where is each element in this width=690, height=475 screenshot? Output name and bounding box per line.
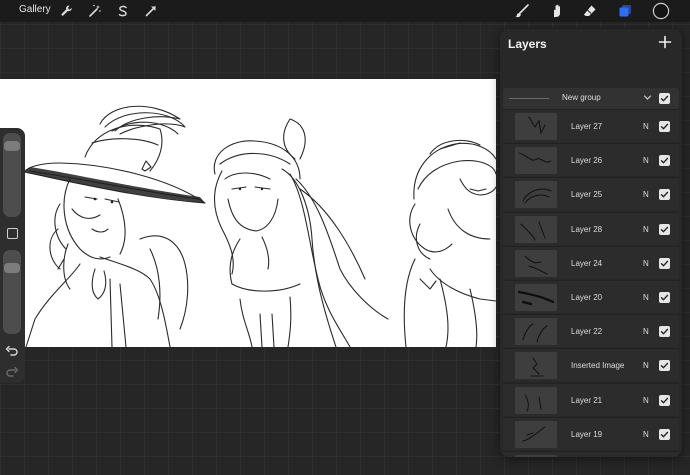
blend-mode-button[interactable]: N [643,225,649,234]
layer-name: Layer 22 [571,327,603,337]
layer-visibility-checkbox[interactable] [659,121,670,132]
eraser-icon[interactable] [582,3,598,19]
layer-visibility-checkbox[interactable] [659,189,670,201]
layers-panel: Layers New group Layer 27 N Layer 26 N Layer… [500,29,682,457]
layer-thumbnail [515,181,557,209]
layer-group-row[interactable]: New group [503,88,679,109]
layer-name: Layer 21 [571,395,603,405]
layer-visibility-checkbox[interactable] [659,326,670,338]
layer-thumbnail [515,147,557,175]
opacity-slider[interactable] [3,250,21,334]
blend-mode-button[interactable]: N [643,156,649,165]
layer-row[interactable]: Layer 28 N [503,211,679,245]
wrench-icon[interactable] [59,3,75,19]
group-thumbnail-line [509,98,549,99]
layer-thumbnail [515,455,557,457]
undo-icon[interactable] [5,344,19,358]
layer-name: Layer 24 [571,258,603,268]
drawing-canvas[interactable] [0,79,496,347]
layer-name: Inserted Image [571,361,625,371]
magic-wand-icon[interactable] [87,3,103,19]
layer-row[interactable]: Layer 22 N [503,314,679,348]
layer-visibility-checkbox[interactable] [659,394,670,406]
selection-icon[interactable] [115,3,131,19]
blend-mode-button[interactable]: N [643,293,649,302]
blend-mode-button[interactable]: N [643,190,649,199]
top-toolbar: Gallery [0,0,690,22]
color-swatch-icon[interactable] [652,2,670,20]
layer-name: Layer 26 [571,156,603,166]
blend-mode-button[interactable]: N [643,396,649,405]
layer-thumbnail [515,113,557,140]
layer-row[interactable]: Layer 26 N [503,143,679,177]
layer-row[interactable]: Layer 20 N [503,280,679,313]
blend-mode-button[interactable]: N [643,122,649,131]
layer-row[interactable]: Layer 24 N [503,245,679,279]
layer-name: Layer 27 [571,122,603,131]
layer-thumbnail [515,352,557,380]
blend-mode-button[interactable]: N [643,430,649,439]
chevron-down-icon[interactable] [643,93,652,102]
gallery-button[interactable]: Gallery [19,4,51,15]
layer-thumbnail [515,386,557,414]
brush-size-handle[interactable] [4,140,20,151]
layer-thumbnail [515,215,557,243]
blend-mode-button[interactable]: N [643,259,649,268]
brush-icon[interactable] [514,3,530,19]
layer-visibility-checkbox[interactable] [659,155,670,167]
layers-icon[interactable] [617,3,633,19]
layer-visibility-checkbox[interactable] [659,257,670,269]
layer-row[interactable]: Inserted Image N [503,348,679,382]
layer-row[interactable]: Layer 18N [503,451,679,457]
layer-thumbnail [515,420,557,448]
opacity-handle[interactable] [4,262,20,273]
layer-visibility-checkbox[interactable] [659,292,670,303]
layer-row[interactable]: Layer 25 N [503,177,679,211]
layer-visibility-checkbox[interactable] [659,223,670,235]
plus-icon[interactable] [658,35,672,49]
redo-icon[interactable] [5,365,19,379]
left-sidebar [0,128,25,383]
sketch-artwork [23,105,496,347]
layer-row[interactable]: Layer 27 N [503,109,679,142]
layers-panel-title: Layers [508,37,547,51]
layer-name: Layer 20 [571,293,603,302]
layer-visibility-checkbox[interactable] [659,428,670,440]
transform-arrow-icon[interactable] [143,3,159,19]
layer-name: Layer 25 [571,190,603,200]
layer-thumbnail [515,249,557,277]
layer-visibility-checkbox[interactable] [659,360,670,372]
layer-row[interactable]: Layer 21 N [503,382,679,416]
blend-mode-button[interactable]: N [643,361,649,370]
group-name: New group [562,93,601,102]
blend-mode-button[interactable]: N [643,327,649,336]
group-visibility-checkbox[interactable] [659,93,670,104]
modify-square-icon[interactable] [7,228,18,239]
layer-name: Layer 19 [571,429,603,439]
smudge-icon[interactable] [548,3,564,19]
layer-name: Layer 28 [571,224,603,234]
layer-thumbnail [515,318,557,346]
layer-thumbnail [515,284,557,311]
brush-size-slider[interactable] [3,133,21,217]
layer-row[interactable]: Layer 19 N [503,416,679,450]
